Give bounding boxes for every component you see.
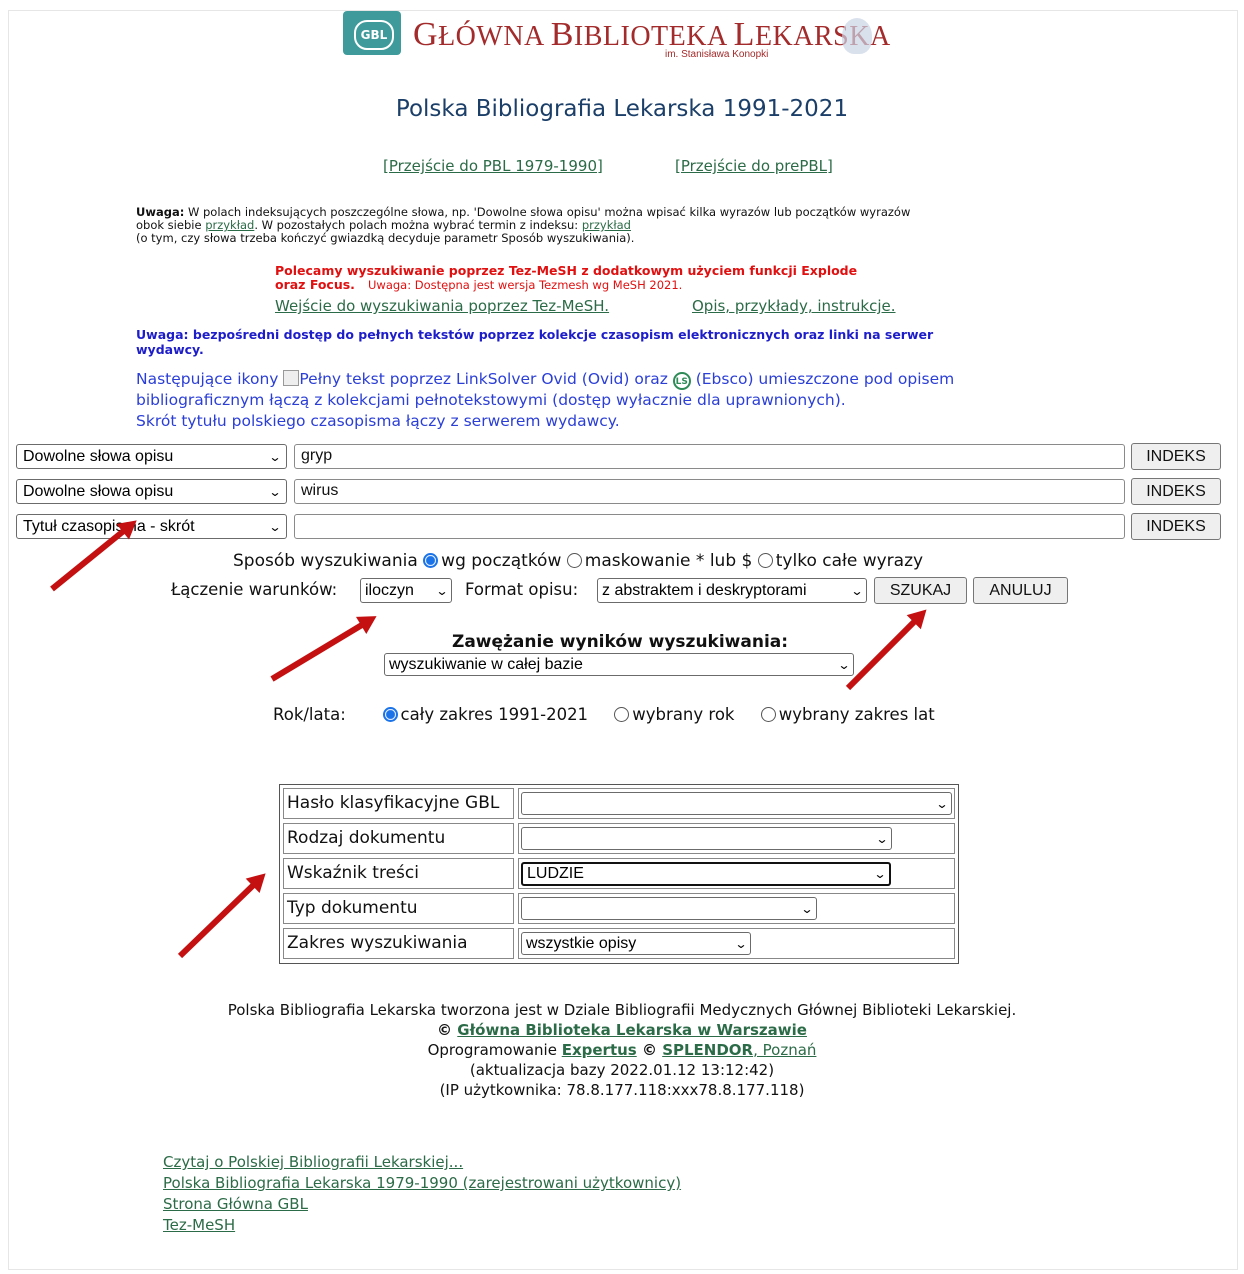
filter-select-typ[interactable]: ⌄ <box>521 897 817 920</box>
filter-label: Zakres wyszukiwania <box>283 928 514 959</box>
filter-cell: ⌄ <box>518 788 955 819</box>
fulltext-note: Uwaga: bezpośredni dostęp do pełnych tek… <box>136 327 934 357</box>
filter-select-wskaznik[interactable]: LUDZIE ⌄ <box>521 862 891 886</box>
filter-label: Rodzaj dokumentu <box>283 823 514 854</box>
radio-cale-wyrazy[interactable] <box>757 553 773 568</box>
user-ip: (IP użytkownika: 78.8.177.118:xxx78.8.17… <box>439 1081 805 1099</box>
format-select[interactable]: z abstraktem i deskryptorami ⌄ <box>597 578 867 603</box>
filter-select-zakres[interactable]: wszystkie opisy ⌄ <box>521 932 751 955</box>
field-select-3[interactable]: Tytuł czasopisma - skrót ⌄ <box>16 514 287 539</box>
example-link-2[interactable]: przykład <box>582 218 631 232</box>
gbl-logo-mark: GBL <box>354 20 394 50</box>
filter-row: Zakres wyszukiwania wszystkie opisy ⌄ <box>283 928 955 959</box>
link-tezmesh-search[interactable]: Wejście do wyszukiwania poprzez Tez-MeSH… <box>275 297 609 315</box>
chevron-down-icon: ⌄ <box>435 583 449 598</box>
filter-cell: LUDZIE ⌄ <box>518 858 955 889</box>
uwaga-note: Uwaga: W polach indeksujących poszczegól… <box>136 205 911 245</box>
footer-description: Polska Bibliografia Lekarska tworzona je… <box>227 1001 1017 1019</box>
filter-row: Rodzaj dokumentu ⌄ <box>283 823 955 854</box>
format-label: Format opisu: <box>465 580 579 599</box>
radio-maskowanie[interactable] <box>566 553 582 568</box>
filter-cell: wszystkie opisy ⌄ <box>518 928 955 959</box>
field-select-2[interactable]: Dowolne słowa opisu ⌄ <box>16 479 287 504</box>
tezmesh-recommendation: Polecamy wyszukiwanie poprzez Tez-MeSH z… <box>275 263 858 293</box>
example-link-1[interactable]: przykład <box>205 218 254 232</box>
filter-row: Hasło klasyfikacyjne GBL ⌄ <box>283 788 955 819</box>
filter-label: Hasło klasyfikacyjne GBL <box>283 788 514 819</box>
link-tez-mesh[interactable]: Tez-MeSH <box>163 1215 681 1236</box>
footer: Polska Bibliografia Lekarska tworzona je… <box>0 1000 1244 1100</box>
link-opis-instrukcje[interactable]: Opis, przykłady, instrukcje. <box>692 297 896 315</box>
link-gbl-home[interactable]: Strona Główna GBL <box>163 1194 681 1215</box>
link-prepbl[interactable]: [Przejście do prePBL] <box>675 157 833 175</box>
gbl-warszawa-link[interactable]: Główna Biblioteka Lekarska w Warszawie <box>457 1021 807 1039</box>
linksolver-ebsco-icon: LS <box>672 372 691 390</box>
search-input-1[interactable]: gryp <box>294 444 1125 469</box>
radio-wybrany-rok[interactable] <box>614 707 630 722</box>
brand-name: GŁÓWNA BIBLIOTEKA LEKARSKA <box>413 16 891 53</box>
brand-subtitle: im. Stanisława Konopki <box>665 49 769 60</box>
filter-label: Wskaźnik treści <box>283 858 514 889</box>
chevron-down-icon: ⌄ <box>734 936 748 951</box>
radio-wg-poczatkow[interactable] <box>423 553 439 568</box>
icons-note: Następujące ikony Pełny tekst poprzez Li… <box>136 370 955 430</box>
indeks-button-2[interactable]: INDEKS <box>1131 478 1221 505</box>
chevron-down-icon: ⌄ <box>268 449 282 464</box>
join-select[interactable]: iloczyn ⌄ <box>360 578 452 603</box>
portrait-image <box>842 18 872 54</box>
filter-select-rodzaj[interactable]: ⌄ <box>521 827 892 850</box>
splendor-link[interactable]: SPLENDOR <box>662 1041 753 1059</box>
year-row: Rok/lata: cały zakres 1991-2021 wybrany … <box>273 705 935 724</box>
poznan-link[interactable]: , Poznań <box>753 1041 816 1059</box>
link-pbl-1979-1990[interactable]: [Przejście do PBL 1979-1990] <box>383 157 603 175</box>
link-pbl-registered[interactable]: Polska Bibliografia Lekarska 1979-1990 (… <box>163 1173 681 1194</box>
filter-cell: ⌄ <box>518 823 955 854</box>
page-title: Polska Bibliografia Lekarska 1991-2021 <box>395 96 849 122</box>
search-input-3[interactable] <box>294 514 1125 539</box>
indeks-button-3[interactable]: INDEKS <box>1131 513 1221 540</box>
search-button[interactable]: SZUKAJ <box>874 577 967 604</box>
chevron-down-icon: ⌄ <box>837 657 851 672</box>
chevron-down-icon: ⌄ <box>268 484 282 499</box>
join-label: Łączenie warunków: <box>171 580 338 599</box>
radio-zakres-lat[interactable] <box>760 707 776 722</box>
filter-label: Typ dokumentu <box>283 893 514 924</box>
chevron-down-icon: ⌄ <box>268 519 282 534</box>
filter-row: Wskaźnik treści LUDZIE ⌄ <box>283 858 955 889</box>
chevron-down-icon: ⌄ <box>873 867 887 881</box>
radio-caly-zakres[interactable] <box>382 707 398 722</box>
bottom-links: Czytaj o Polskiej Bibliografii Lekarskie… <box>163 1152 681 1236</box>
filter-row: Typ dokumentu ⌄ <box>283 893 955 924</box>
indeks-button-1[interactable]: INDEKS <box>1131 443 1221 470</box>
update-date: (aktualizacja bazy 2022.01.12 13:12:42) <box>469 1061 775 1079</box>
narrow-label: Zawężanie wyników wyszukiwania: <box>452 632 789 652</box>
search-input-2[interactable]: wirus <box>294 479 1125 504</box>
filter-table: Hasło klasyfikacyjne GBL ⌄ Rodzaj dokume… <box>279 784 959 964</box>
filter-cell: ⌄ <box>518 893 955 924</box>
chevron-down-icon: ⌄ <box>875 831 889 846</box>
link-read-about[interactable]: Czytaj o Polskiej Bibliografii Lekarskie… <box>163 1152 681 1173</box>
chevron-down-icon: ⌄ <box>850 583 864 598</box>
cancel-button[interactable]: ANULUJ <box>973 577 1068 604</box>
chevron-down-icon: ⌄ <box>935 796 949 811</box>
broken-image-icon <box>283 370 300 386</box>
expertus-link[interactable]: Expertus <box>562 1041 637 1059</box>
filter-select-gbl[interactable]: ⌄ <box>521 792 952 815</box>
chevron-down-icon: ⌄ <box>800 901 814 916</box>
narrow-select[interactable]: wyszukiwanie w całej bazie ⌄ <box>384 653 854 676</box>
field-select-1[interactable]: Dowolne słowa opisu ⌄ <box>16 444 287 469</box>
search-mode-row: Sposób wyszukiwania wg początków maskowa… <box>233 551 924 571</box>
